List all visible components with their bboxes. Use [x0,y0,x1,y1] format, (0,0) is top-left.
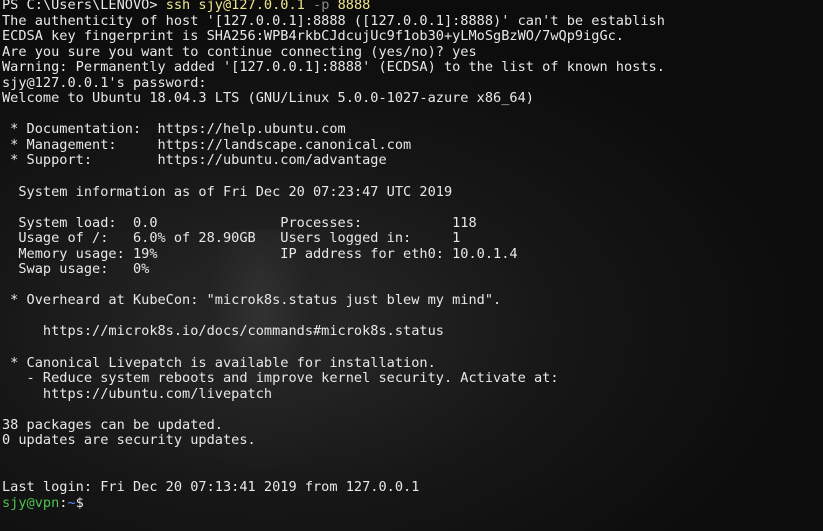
output-line: * Support: https://ubuntu.com/advantage [2,153,387,169]
output-line: https://ubuntu.com/livepatch [2,386,273,402]
output-line: * Overheard at KubeCon: "microk8s.status… [2,293,502,309]
output-line: Warning: Permanently added '[127.0.0.1]:… [2,60,665,76]
output-line: System load: 0.0 Processes: 118 [2,215,477,231]
terminal-window[interactable]: PS C:\Users\LENOVO> ssh sjy@127.0.0.1 -p… [0,0,823,531]
powershell-command-line: PS C:\Users\LENOVO> ssh sjy@127.0.0.1 -p… [2,0,823,14]
output-line: Memory usage: 19% IP address for eth0: 1… [2,246,518,262]
output-line: * Canonical Livepatch is available for i… [2,355,436,371]
output-line: * Documentation: https://help.ubuntu.com [2,122,346,138]
output-line: 0 updates are security updates. [2,433,256,449]
output-line: Usage of /: 6.0% of 28.90GB Users logged… [2,231,461,247]
output-line: * Management: https://landscape.canonica… [2,137,412,153]
prompt-symbol: $ [75,495,84,511]
output-line: System information as of Fri Dec 20 07:2… [2,184,453,200]
output-line: - Reduce system reboots and improve kern… [2,371,559,387]
output-line: https://microk8s.io/docs/commands#microk… [2,324,444,340]
output-line: sjy@127.0.0.1's password: [2,75,207,91]
output-line: The authenticity of host '[127.0.0.1]:88… [2,13,665,29]
bash-prompt-line[interactable]: sjy@vpn:~$ [2,496,823,512]
ssh-command: ssh sjy@127.0.0.1 [165,0,314,13]
powershell-prompt: PS C:\Users\LENOVO> [2,0,166,13]
output-line: ECDSA key fingerprint is SHA256:WPB4rkbC… [2,29,624,45]
output-line: Last login: Fri Dec 20 07:13:41 2019 fro… [2,479,420,495]
output-line: Are you sure you want to continue connec… [2,44,477,60]
output-line: Swap usage: 0% [2,262,150,278]
terminal-output: PS C:\Users\LENOVO> ssh sjy@127.0.0.1 -p… [0,0,823,531]
prompt-user-host: sjy@vpn [2,495,60,511]
ssh-port: 8888 [329,0,371,13]
ssh-port-flag: -p [313,0,330,13]
prompt-path: ~ [67,495,76,511]
output-line: 38 packages can be updated. [2,417,223,433]
output-line: Welcome to Ubuntu 18.04.3 LTS (GNU/Linux… [2,91,534,107]
text-cursor[interactable] [84,497,92,511]
